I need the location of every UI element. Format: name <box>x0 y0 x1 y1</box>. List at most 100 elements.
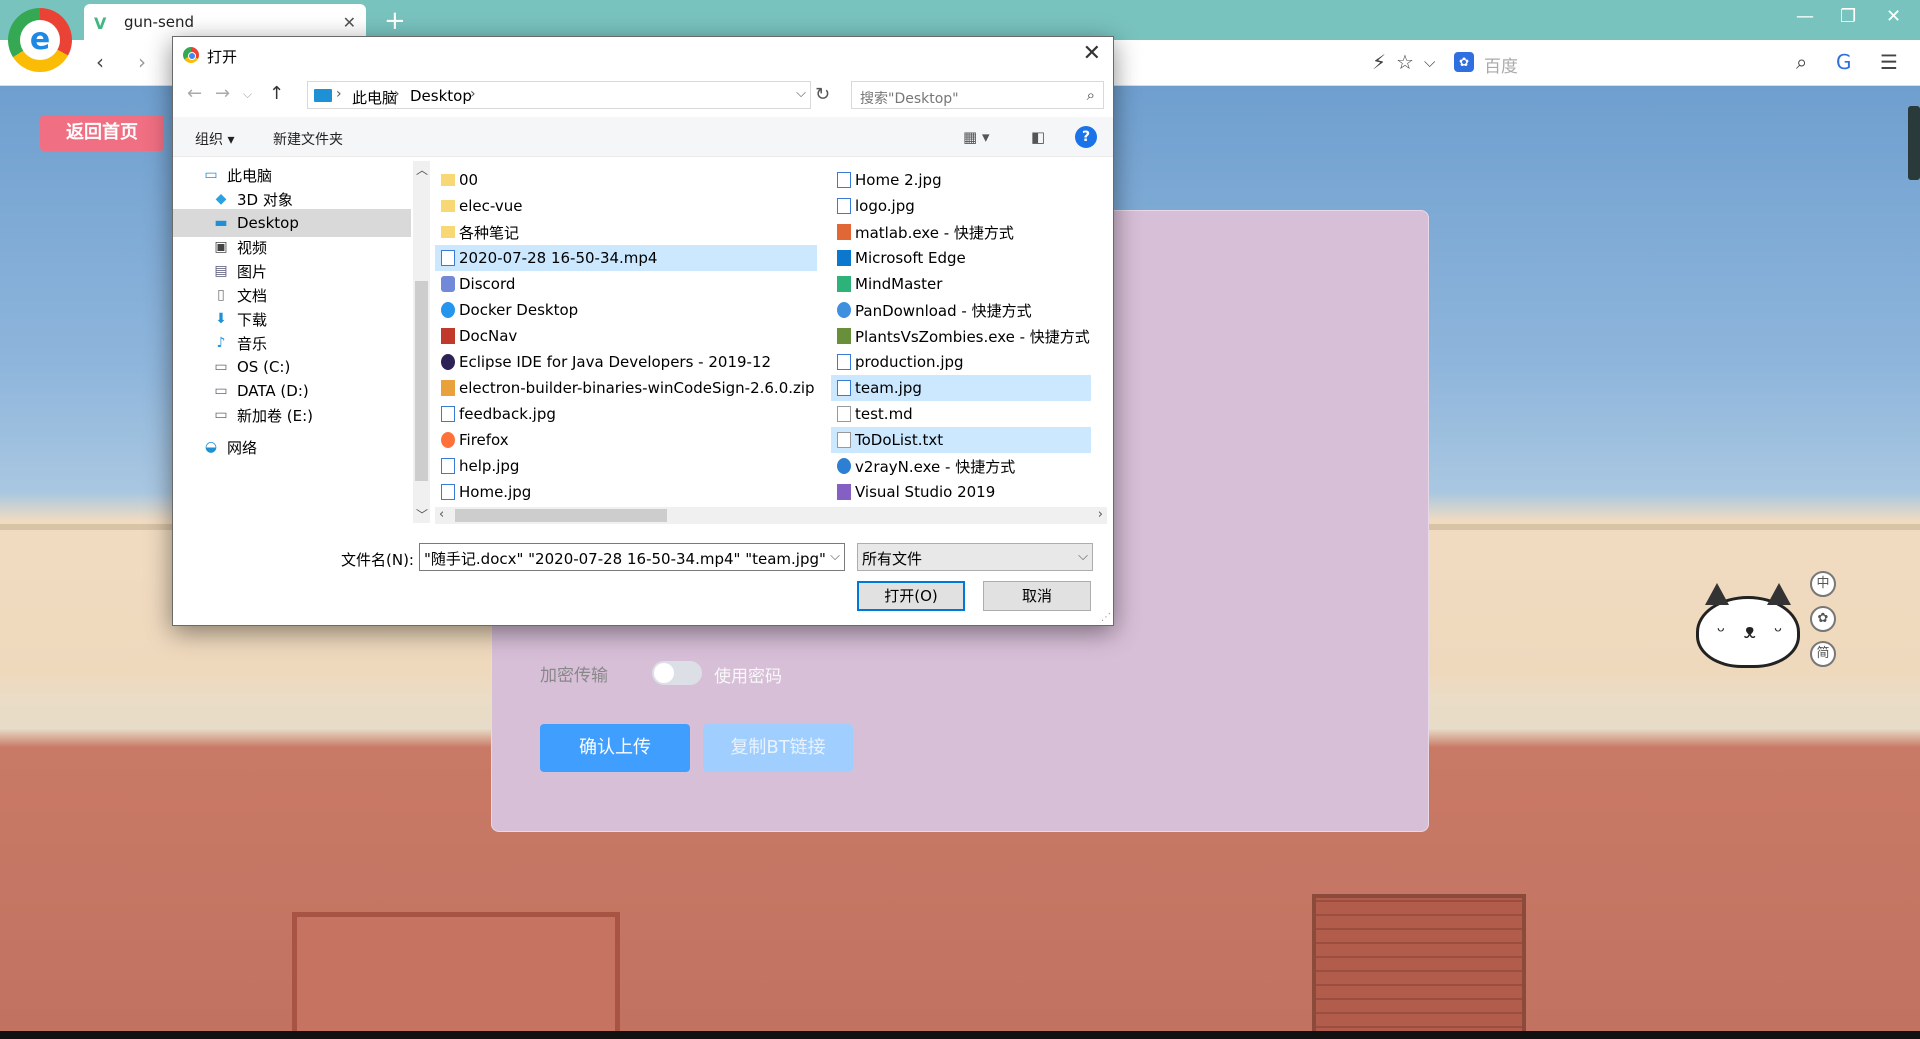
file-item[interactable]: Home 2.jpg <box>831 167 1091 193</box>
file-item[interactable]: MindMaster <box>831 271 1091 297</box>
file-item[interactable]: DocNav <box>435 323 747 349</box>
husky-mascot[interactable]: ᵕ ᴥ ᵕ <box>1696 583 1800 668</box>
preview-pane-icon[interactable]: ◧ <box>1031 128 1045 146</box>
cancel-button[interactable]: 取消 <box>983 581 1091 611</box>
tab-close-icon[interactable]: ✕ <box>343 13 356 32</box>
recent-dropdown-icon[interactable]: ⌵ <box>243 87 252 102</box>
visual-studio-icon <box>837 484 851 500</box>
minimize-icon[interactable]: — <box>1796 6 1814 27</box>
file-item[interactable]: Eclipse IDE for Java Developers - 2019-1… <box>435 349 807 375</box>
back-icon[interactable]: ‹ <box>96 50 104 74</box>
file-item[interactable]: help.jpg <box>435 453 747 479</box>
file-item[interactable]: logo.jpg <box>831 193 1091 219</box>
restore-icon[interactable]: ❐ <box>1840 6 1856 27</box>
scroll-left-icon[interactable]: ‹ <box>439 507 444 522</box>
search-icon[interactable]: ⌕ <box>1796 50 1807 74</box>
file-item[interactable]: 各种笔记 <box>435 219 747 245</box>
edge-icon <box>837 250 851 266</box>
file-item[interactable]: PlantsVsZombies.exe - 快捷方式 <box>831 323 1091 349</box>
filename-dropdown-icon[interactable]: ⌵ <box>830 549 840 564</box>
file-item[interactable]: Discord <box>435 271 747 297</box>
file-item[interactable]: Microsoft Edge <box>831 245 1091 271</box>
lightning-icon[interactable]: ⚡ <box>1372 50 1386 74</box>
brick-patch <box>1312 894 1526 1031</box>
nav-item-drive-e[interactable]: ▭ 新加卷 (E:) <box>211 401 409 429</box>
nav-item-network[interactable]: ◒ 网络 <box>201 433 409 461</box>
upload-button[interactable]: 确认上传 <box>540 724 690 772</box>
file-item[interactable]: PanDownload - 快捷方式 <box>831 297 1091 323</box>
back-arrow-icon[interactable]: ← <box>187 83 202 104</box>
scroll-down-icon[interactable]: ﹀ <box>416 506 428 523</box>
file-item[interactable]: Docker Desktop <box>435 297 747 323</box>
scroll-thumb[interactable] <box>455 509 667 522</box>
copy-bt-link-button[interactable]: 复制BT链接 <box>703 724 853 772</box>
forward-arrow-icon[interactable]: → <box>215 83 230 104</box>
new-tab-button[interactable]: + <box>384 6 406 36</box>
docnav-icon <box>441 328 455 344</box>
file-name: Discord <box>459 275 516 293</box>
star-icon[interactable]: ☆ <box>1396 50 1414 74</box>
breadcrumb-this-pc[interactable]: 此电脑 <box>352 87 397 108</box>
nav-item-label: 3D 对象 <box>237 190 293 209</box>
translate-icon[interactable]: G <box>1836 50 1852 74</box>
up-arrow-icon[interactable]: ↑ <box>269 83 284 104</box>
dialog-search-input[interactable]: 搜索"Desktop" ⌕ <box>851 81 1104 109</box>
file-item[interactable]: Firefox <box>435 427 747 453</box>
search-engine-box[interactable]: ✿ 百度 <box>1454 48 1784 78</box>
file-item[interactable]: elec-vue <box>435 193 747 219</box>
file-item-selected[interactable]: team.jpg <box>831 375 1091 401</box>
file-name: PlantsVsZombies.exe - 快捷方式 <box>855 327 1090 346</box>
scroll-up-icon[interactable]: ︿ <box>416 161 428 178</box>
scroll-thumb[interactable] <box>415 281 428 481</box>
file-list-hscrollbar[interactable]: ‹ › <box>435 507 1107 524</box>
forward-icon[interactable]: › <box>138 50 146 74</box>
open-button[interactable]: 打开(O) <box>857 581 965 611</box>
home-button[interactable]: 返回首页 <box>40 115 164 151</box>
file-item[interactable]: electron-builder-binaries-winCodeSign-2.… <box>435 375 817 401</box>
3d-objects-icon: ◆ <box>215 191 227 207</box>
help-icon[interactable]: ? <box>1075 126 1097 148</box>
menu-icon[interactable]: ☰ <box>1880 50 1898 74</box>
new-folder-button[interactable]: 新建文件夹 <box>273 129 343 149</box>
chevron-down-icon[interactable]: ⌵ <box>1424 53 1435 71</box>
file-name: production.jpg <box>855 353 964 371</box>
side-chip-flower[interactable]: ✿ <box>1810 606 1836 632</box>
file-item[interactable]: feedback.jpg <box>435 401 747 427</box>
scroll-right-icon[interactable]: › <box>1098 507 1103 522</box>
dialog-close-icon[interactable]: ✕ <box>1083 41 1101 66</box>
file-item[interactable]: Visual Studio 2019 <box>831 479 1091 505</box>
filename-input[interactable]: "随手记.docx" "2020-07-28 16-50-34.mp4" "te… <box>419 543 845 571</box>
file-name: Home.jpg <box>459 483 532 501</box>
markdown-file-icon <box>837 406 851 422</box>
image-file-icon <box>441 484 455 500</box>
file-item[interactable]: v2rayN.exe - 快捷方式 <box>831 453 1091 479</box>
file-item[interactable]: test.md <box>831 401 1091 427</box>
file-item[interactable]: matlab.exe - 快捷方式 <box>831 219 1091 245</box>
folder-icon <box>441 200 455 212</box>
file-item[interactable]: production.jpg <box>831 349 1091 375</box>
side-chip-simplified[interactable]: 简 <box>1810 641 1836 667</box>
file-name: Eclipse IDE for Java Developers - 2019-1… <box>459 353 772 371</box>
file-item[interactable]: 00 <box>435 167 747 193</box>
password-toggle[interactable] <box>652 661 702 685</box>
address-bar[interactable]: › 此电脑 › Desktop › ⌵ <box>307 81 811 109</box>
file-item-selected[interactable]: 2020-07-28 16-50-34.mp4 <box>435 245 817 271</box>
nav-scrollbar[interactable]: ︿ ﹀ <box>413 161 430 523</box>
folder-icon <box>441 226 455 238</box>
side-chip-chinese[interactable]: 中 <box>1810 571 1836 597</box>
tab-gun-send[interactable]: V gun-send ✕ <box>84 4 366 40</box>
breadcrumb-desktop[interactable]: Desktop <box>410 87 472 105</box>
network-icon: ◒ <box>204 439 218 455</box>
image-file-icon <box>837 172 851 188</box>
view-options-icon[interactable]: ▦ ▾ <box>963 128 989 146</box>
address-dropdown-icon[interactable]: ⌵ <box>796 86 806 101</box>
nav-item-label: 音乐 <box>237 334 268 353</box>
file-item[interactable]: Home.jpg <box>435 479 747 505</box>
organize-menu[interactable]: 组织 ▾ <box>195 129 234 149</box>
filetype-select[interactable]: 所有文件 ⌵ <box>857 543 1093 571</box>
resize-grip-icon[interactable]: ⋰ <box>1101 612 1111 623</box>
refresh-icon[interactable]: ↻ <box>815 84 830 105</box>
window-close-icon[interactable]: ✕ <box>1886 6 1901 27</box>
file-item-selected[interactable]: ToDoList.txt <box>831 427 1091 453</box>
dialog-nav-row: ← → ⌵ ↑ › 此电脑 › Desktop › ⌵ ↻ 搜索"Desktop… <box>173 81 1113 109</box>
